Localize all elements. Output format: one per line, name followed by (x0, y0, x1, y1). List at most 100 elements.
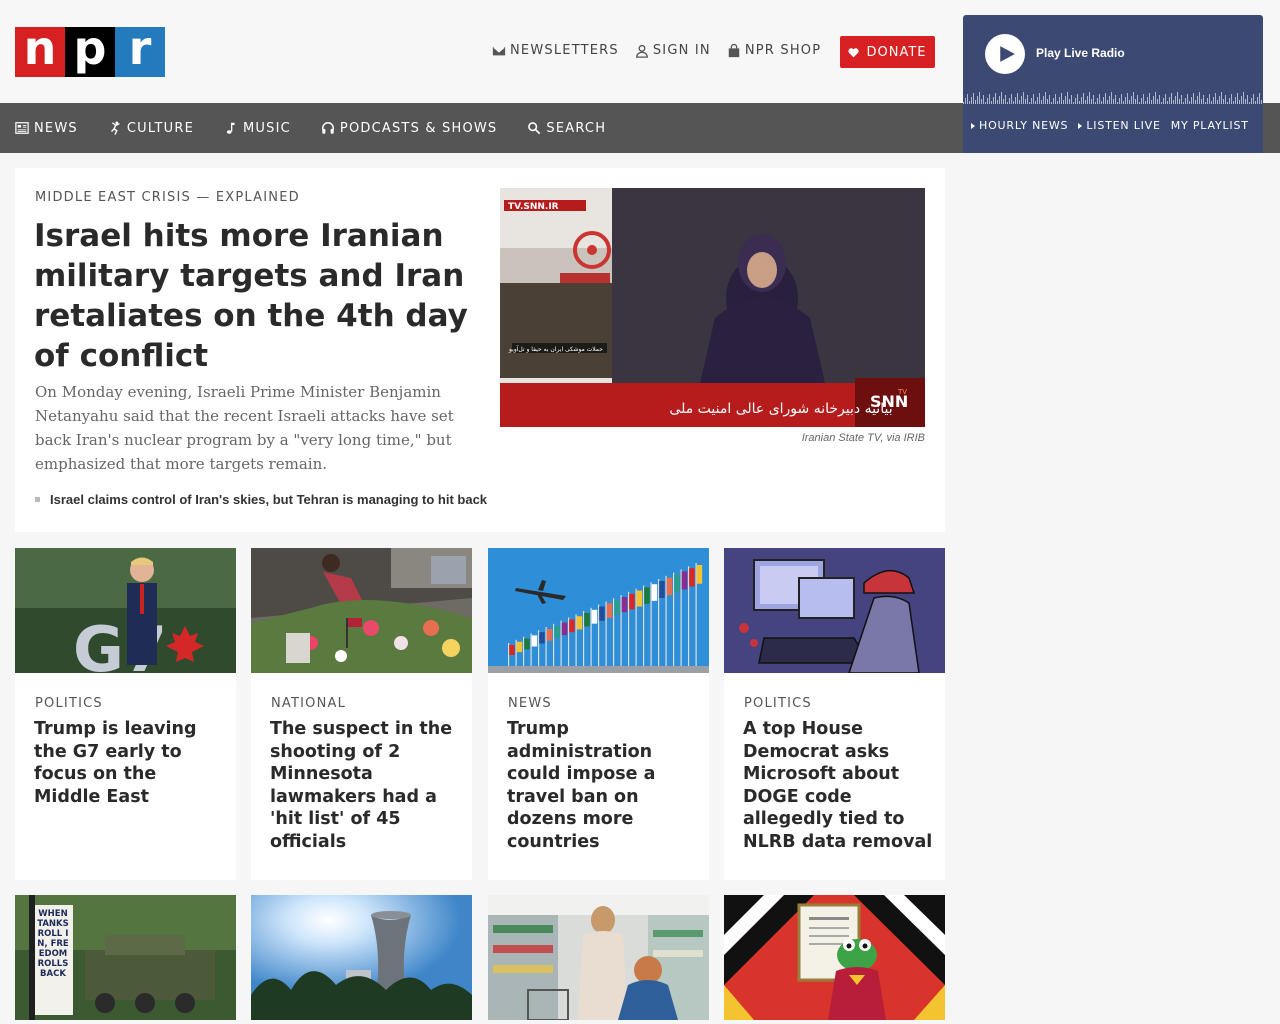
flag (644, 587, 650, 604)
newspaper-icon (15, 122, 29, 134)
donate-button[interactable]: DONATE (840, 36, 935, 68)
waveform-bar (981, 99, 982, 104)
npr-shop-link[interactable]: NPR SHOP (727, 43, 821, 58)
waveform-bar (1175, 96, 1176, 104)
flag (576, 616, 583, 630)
card-image-graphic: G7 (15, 548, 236, 673)
story-card-title[interactable]: The suspect in the shooting of 2 Minneso… (270, 718, 460, 853)
waveform-bar (965, 98, 966, 104)
nav-item-podcasts[interactable]: PODCASTS & SHOWS (321, 121, 497, 136)
story-card-image[interactable] (251, 548, 472, 673)
waveform-bar (1251, 98, 1252, 104)
main-nav: NEWS CULTURE MUSIC PODCASTS & SHOWS SEAR… (0, 103, 963, 153)
flag (591, 609, 598, 624)
waveform-bar (1059, 97, 1060, 104)
utility-links: NEWSLETTERS SIGN IN NPR SHOP (492, 43, 821, 58)
waveform-bar (973, 93, 974, 104)
waveform-bar (1053, 98, 1054, 104)
story-card-image[interactable] (251, 895, 472, 1020)
waveform-bar (1179, 99, 1180, 104)
waveform-bar (1081, 97, 1082, 104)
waveform-bar (1121, 94, 1122, 104)
story-card-title[interactable]: Trump administration could impose a trav… (507, 718, 697, 853)
waveform-bar (1249, 102, 1250, 104)
nav-item-search[interactable]: SEARCH (527, 121, 606, 136)
listen-live-link[interactable]: LISTEN LIVE (1078, 119, 1160, 132)
card-image-graphic: WHEN TANKS ROLL IN, FREEDOM ROLLS BACK (15, 895, 236, 1020)
waveform-bar (967, 94, 968, 104)
my-playlist-link[interactable]: MY PLAYLIST (1171, 119, 1249, 132)
waveform-bar (991, 101, 992, 104)
newsletters-link[interactable]: NEWSLETTERS (492, 43, 619, 58)
waveform-bar (1245, 99, 1246, 104)
flag (584, 613, 590, 627)
waveform-bar (1205, 102, 1206, 104)
nav-bar-edge (1263, 103, 1280, 153)
waveform-bar (1149, 93, 1150, 104)
story-card-image[interactable] (724, 895, 945, 1020)
waveform-bar (1079, 101, 1080, 104)
waveform-bar (983, 95, 984, 104)
npr-logo[interactable]: n p r (15, 25, 165, 77)
flag-pole (553, 623, 555, 673)
story-card-slug[interactable]: POLITICS (744, 696, 812, 711)
waveform-bar (1095, 102, 1096, 104)
flag (561, 622, 568, 636)
waveform-bar (1109, 96, 1110, 104)
waveform-bar (1007, 102, 1008, 104)
sign-in-link[interactable]: SIGN IN (635, 43, 711, 58)
story-card-image[interactable] (488, 548, 709, 673)
waveform-bar (989, 94, 990, 104)
story-card-image[interactable]: WHEN TANKS ROLL IN, FREEDOM ROLLS BACK (15, 895, 236, 1020)
story-card[interactable]: NATIONAL The suspect in the shooting of … (251, 548, 472, 880)
flag (681, 571, 688, 590)
story-card-image[interactable]: G7 (15, 548, 236, 673)
waveform-bar (1087, 96, 1088, 104)
flag-pole (665, 575, 667, 673)
heart-icon (848, 47, 860, 57)
waveform-bar (1065, 96, 1066, 104)
featured-image[interactable]: حملات موشکی ایران به حیفا و تل‌آویو SNN … (500, 188, 925, 427)
play-live-radio-button[interactable] (985, 34, 1025, 74)
story-card[interactable]: G7 POLITICS Trump is leaving the G7 earl… (15, 548, 236, 880)
envelope-icon (492, 46, 506, 55)
play-live-radio-label[interactable]: Play Live Radio (1036, 46, 1125, 60)
dancer-icon (110, 121, 120, 135)
story-card[interactable]: NEWS Trump administration could impose a… (488, 548, 709, 880)
waveform-bar (1165, 94, 1166, 104)
featured-headline[interactable]: Israel hits more Iranian military target… (34, 216, 474, 376)
waveform-bar (1055, 94, 1056, 104)
waveform-bar (1161, 102, 1162, 104)
waveform-bar (1033, 94, 1034, 104)
featured-related-link[interactable]: Israel claims control of Iran's skies, b… (35, 492, 487, 507)
story-card-slug[interactable]: NATIONAL (271, 696, 346, 711)
story-card-slug[interactable]: NEWS (508, 696, 552, 711)
story-card-image[interactable] (724, 548, 945, 673)
story-card-title[interactable]: Trump is leaving the G7 early to focus o… (34, 718, 224, 808)
nav-news-label: NEWS (34, 120, 78, 136)
story-card-slug[interactable]: POLITICS (35, 696, 103, 711)
triangle-icon (1078, 122, 1083, 129)
nav-item-culture[interactable]: CULTURE (108, 121, 194, 136)
featured-slug[interactable]: MIDDLE EAST CRISIS — EXPLAINED (35, 190, 300, 205)
waveform-bar (1253, 94, 1254, 104)
flag-pole (575, 614, 577, 673)
npr-shop-label: NPR SHOP (744, 43, 822, 58)
story-card-title[interactable]: A top House Democrat asks Microsoft abou… (743, 718, 933, 853)
flag (554, 625, 560, 638)
waveform-bar (1119, 98, 1120, 104)
nav-item-news[interactable]: NEWS (15, 121, 78, 136)
waveform-bar (1025, 99, 1026, 104)
waveform-bar (1239, 100, 1240, 104)
story-card-image[interactable] (488, 895, 709, 1020)
waveform-bar (979, 92, 980, 104)
hourly-news-link[interactable]: HOURLY NEWS (971, 119, 1068, 132)
story-card[interactable]: POLITICS A top House Democrat asks Micro… (724, 548, 945, 880)
waveform-bar (1203, 95, 1204, 104)
waveform-bar (1133, 92, 1134, 104)
related-link-label: Israel claims control of Iran's skies, b… (50, 492, 488, 507)
waveform-bar (1233, 101, 1234, 104)
nav-item-music[interactable]: MUSIC (224, 121, 291, 136)
flag (599, 606, 605, 621)
nav-search-label: SEARCH (546, 120, 607, 136)
